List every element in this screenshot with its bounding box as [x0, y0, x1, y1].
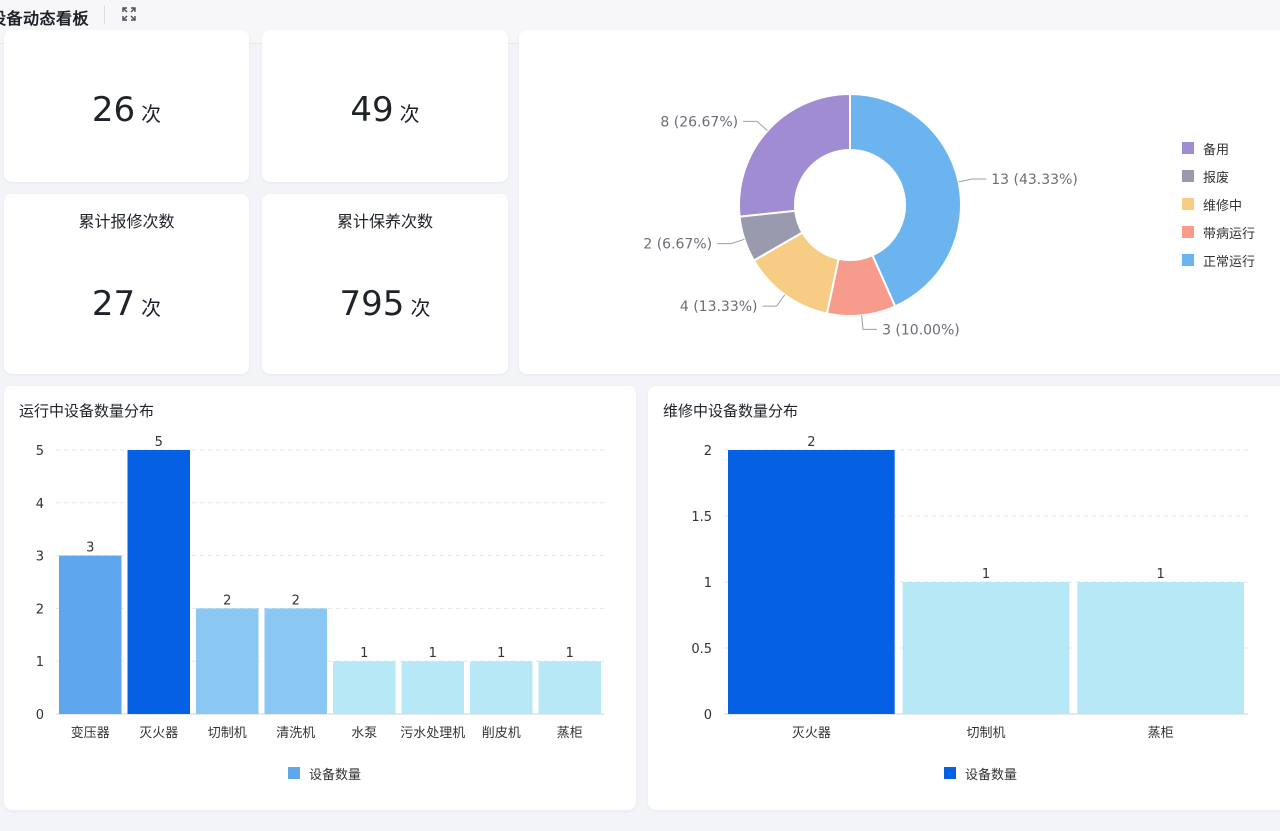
bar-value-label: 1 — [566, 646, 574, 661]
bar — [59, 555, 122, 714]
bar — [127, 450, 190, 714]
bar-value-label: 1 — [360, 646, 368, 661]
donut-leader-line — [958, 178, 987, 183]
stat-label-repair-count: 累计报修次数 — [78, 212, 175, 231]
y-tick-label: 0.5 — [691, 642, 712, 657]
page-title: 设备动态看板 — [0, 9, 90, 28]
bar — [196, 608, 259, 714]
bar-value-label: 2 — [223, 593, 231, 608]
legend-swatch — [1182, 254, 1194, 266]
x-tick-label: 变压器 — [71, 725, 110, 741]
donut-leader-line — [762, 294, 786, 307]
donut-leader-line — [743, 120, 768, 132]
legend-swatch — [1182, 198, 1194, 210]
bar — [264, 608, 327, 714]
donut-leader-line — [861, 315, 878, 330]
bar-value-label: 1 — [497, 646, 505, 661]
status-donut-chart: 13 (43.33%) 3 (10.00%) 4 (13.33%) 2 (6.67%)… — [643, 92, 1255, 338]
bar-value-label: 3 — [86, 541, 94, 556]
bar — [333, 661, 396, 714]
stat-card-1: 26 次 — [4, 30, 249, 182]
legend-label: 备用 — [1203, 142, 1229, 158]
legend-label: 带病运行 — [1203, 227, 1255, 242]
stat-value-1: 26 次 — [91, 90, 162, 130]
legend-swatch — [944, 767, 956, 779]
legend-item-0: 备用 — [1182, 142, 1229, 158]
y-tick-label: 4 — [36, 497, 44, 512]
donut-leader-line — [717, 238, 745, 245]
y-tick-label: 5 — [36, 444, 44, 459]
chart-legend: 设备数量 — [288, 767, 361, 783]
legend-item-3: 带病运行 — [1182, 226, 1255, 242]
legend-swatch — [1182, 170, 1194, 182]
running-equipment-bar-chart: 0 1 2 3 4 5 3 变压器 5 灭火器 2 切制机 2 清洗机 1 水泵 1 污水处理机 1 削皮机 1 蒸柜设备… — [36, 435, 604, 783]
donut-data-label: 2 (6.67%) — [643, 237, 712, 253]
repair-equipment-bar-chart: 0 0.5 1 1.5 2 2 灭火器 1 切制机 1 蒸柜设备数量 — [691, 435, 1248, 783]
x-tick-label: 削皮机 — [482, 726, 521, 741]
x-tick-label: 切制机 — [966, 726, 1005, 741]
legend-label: 正常运行 — [1203, 255, 1255, 270]
y-tick-label: 2 — [704, 444, 712, 459]
bar-value-label: 5 — [155, 435, 163, 450]
x-tick-label: 蒸柜 — [1148, 726, 1174, 741]
chart-title-running: 运行中设备数量分布 — [19, 402, 155, 420]
donut-data-label: 8 (26.67%) — [660, 114, 738, 130]
donut-data-label: 4 (13.33%) — [680, 299, 758, 315]
y-tick-label: 1 — [36, 655, 44, 670]
x-tick-label: 蒸柜 — [557, 726, 583, 741]
y-tick-label: 1.5 — [691, 510, 712, 525]
status-donut-card: 13 (43.33%) 3 (10.00%) 4 (13.33%) 2 (6.67%)… — [519, 30, 1280, 374]
bar — [470, 661, 533, 714]
legend-label: 报废 — [1203, 170, 1229, 186]
bar — [902, 582, 1070, 714]
bar — [1077, 582, 1244, 714]
legend-item-2: 维修中 — [1182, 198, 1242, 214]
legend-label: 维修中 — [1203, 199, 1242, 214]
repair-equipment-card: 维修中设备数量分布 0 0.5 1 1.5 2 2 灭火器 1 切制机 1 蒸柜设备数量 — [648, 386, 1280, 810]
bar — [401, 661, 464, 714]
stat-card-repair-count: 累计报修次数 27 次 — [4, 194, 249, 374]
bar — [538, 661, 601, 714]
stat-value-repair-count: 27 次 — [91, 284, 162, 324]
donut-slice — [738, 92, 851, 218]
donut-data-label: 13 (43.33%) — [991, 172, 1078, 188]
legend-item-1: 报废 — [1182, 170, 1229, 186]
stat-value-maintenance-count: 795 次 — [339, 284, 431, 324]
x-tick-label: 切制机 — [208, 726, 247, 741]
title-divider — [104, 6, 105, 24]
x-tick-label: 水泵 — [351, 726, 377, 741]
legend-swatch — [1182, 226, 1194, 238]
stat-label-maintenance-count: 累计保养次数 — [336, 212, 433, 231]
legend-label: 设备数量 — [965, 767, 1017, 783]
legend-swatch — [288, 767, 300, 779]
bar-value-label: 2 — [807, 435, 815, 450]
y-tick-label: 3 — [36, 550, 44, 565]
stat-card-maintenance-count: 累计保养次数 795 次 — [262, 194, 508, 374]
stat-value-2: 49 次 — [350, 90, 420, 130]
bar-value-label: 2 — [292, 593, 300, 608]
x-tick-label: 污水处理机 — [400, 726, 465, 741]
legend-item-4: 正常运行 — [1182, 254, 1255, 270]
y-tick-label: 2 — [36, 602, 44, 617]
bar — [728, 450, 895, 714]
y-tick-label: 0 — [36, 708, 44, 723]
y-tick-label: 0 — [704, 708, 712, 723]
legend-label: 设备数量 — [309, 767, 361, 783]
bar-value-label: 1 — [429, 646, 437, 661]
bar-value-label: 1 — [1157, 567, 1165, 582]
legend-swatch — [1182, 142, 1194, 154]
x-tick-label: 灭火器 — [792, 726, 831, 741]
donut-data-label: 3 (10.00%) — [882, 322, 960, 338]
bar-value-label: 1 — [982, 567, 990, 582]
x-tick-label: 清洗机 — [276, 726, 315, 741]
chart-title-repair: 维修中设备数量分布 — [663, 402, 799, 420]
running-equipment-card: 运行中设备数量分布 0 1 2 3 4 5 3 变压器 5 灭火器 2 切制机 2 清洗机 1 水泵 1 污水处理… — [4, 386, 636, 810]
stat-card-2: 49 次 — [262, 30, 508, 182]
y-tick-label: 1 — [704, 576, 712, 591]
x-tick-label: 灭火器 — [139, 726, 178, 741]
chart-legend: 设备数量 — [944, 767, 1017, 783]
expand-icon[interactable] — [120, 5, 138, 23]
